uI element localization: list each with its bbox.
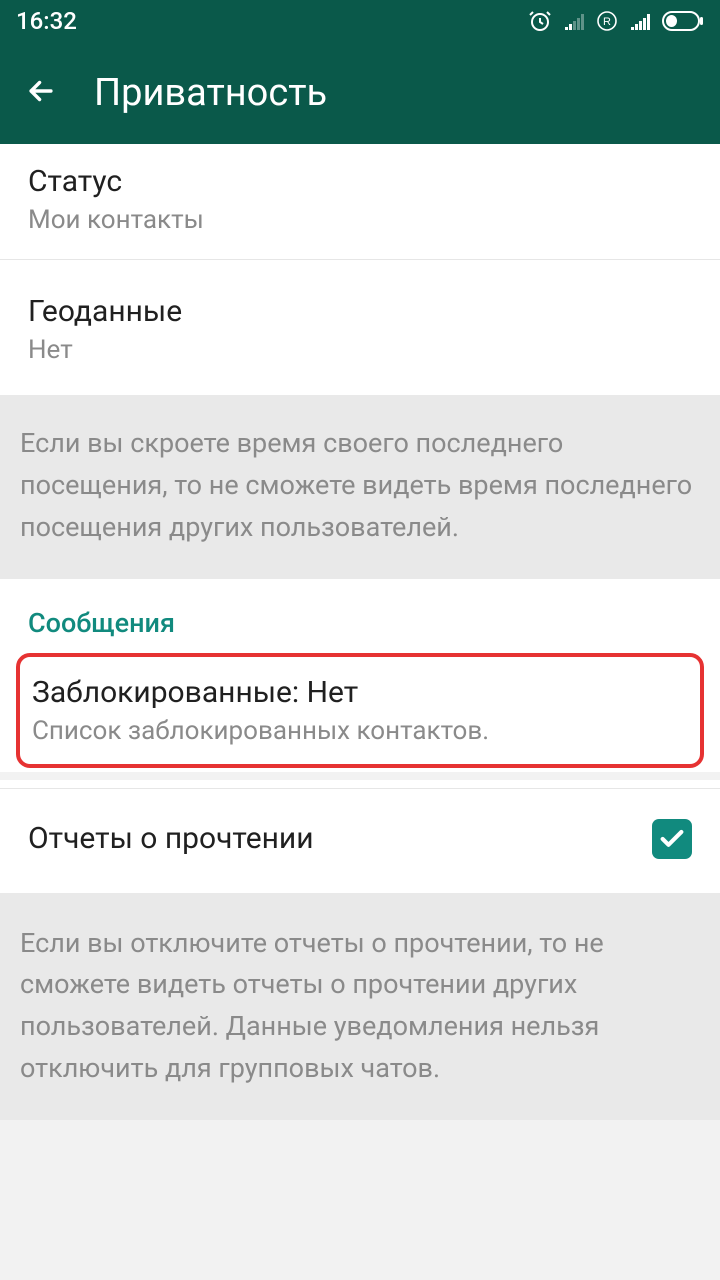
signal-full-icon: [630, 11, 650, 31]
page-title: Приватность: [94, 71, 327, 115]
setting-location-value: Нет: [28, 335, 692, 365]
setting-location-title: Геоданные: [28, 294, 692, 329]
android-status-bar: 16:32 R: [0, 0, 720, 42]
app-bar: Приватность: [0, 42, 720, 144]
r-circle-icon: R: [596, 10, 618, 32]
svg-text:R: R: [603, 16, 611, 28]
setting-status[interactable]: Статус Мои контакты: [0, 144, 720, 259]
setting-blocked-sub: Список заблокированных контактов.: [32, 716, 688, 746]
check-icon: [658, 825, 686, 853]
battery-icon: [662, 11, 704, 31]
section-messages: Сообщения: [0, 579, 720, 649]
setting-read-receipts-title: Отчеты о прочтении: [28, 821, 652, 856]
setting-status-value: Мои контакты: [28, 205, 692, 235]
last-seen-info: Если вы скроете время своего последнего …: [0, 395, 720, 579]
arrow-left-icon: [24, 74, 58, 108]
signal-weak-icon: [564, 11, 584, 31]
read-receipts-checkbox[interactable]: [652, 819, 692, 859]
highlight-box: Заблокированные: Нет Список заблокирован…: [16, 653, 704, 768]
status-icons: R: [528, 9, 704, 33]
read-receipts-info: Если вы отключите отчеты о прочтении, то…: [0, 893, 720, 1120]
setting-blocked[interactable]: Заблокированные: Нет Список заблокирован…: [0, 649, 720, 772]
divider: [0, 780, 720, 788]
status-time: 16:32: [16, 7, 77, 35]
setting-location[interactable]: Геоданные Нет: [0, 260, 720, 395]
setting-blocked-title: Заблокированные: Нет: [32, 675, 688, 710]
setting-read-receipts[interactable]: Отчеты о прочтении: [0, 789, 720, 893]
setting-status-title: Статус: [28, 164, 692, 199]
back-button[interactable]: [24, 74, 58, 112]
alarm-icon: [528, 9, 552, 33]
